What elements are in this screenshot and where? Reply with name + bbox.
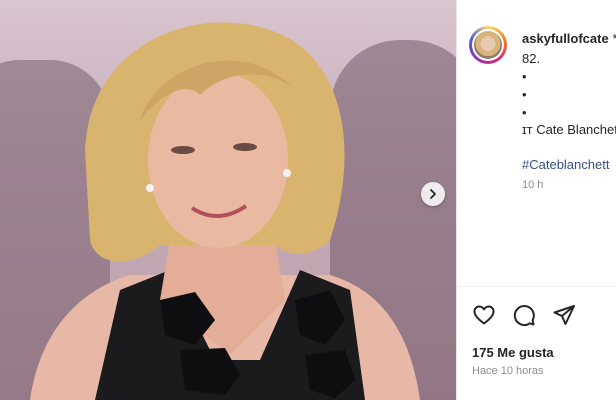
chevron-right-icon xyxy=(430,189,436,199)
photo-subject xyxy=(30,22,420,400)
heart-icon[interactable] xyxy=(472,303,496,327)
post-photo[interactable] xyxy=(0,0,456,400)
avatar[interactable] xyxy=(469,26,507,64)
username[interactable]: askyfullofcate xyxy=(522,31,609,46)
username-suffix: * xyxy=(609,31,616,46)
carousel-next-button[interactable] xyxy=(421,182,445,206)
caption-line: • xyxy=(522,105,527,120)
caption-line: • xyxy=(522,87,527,102)
hashtag-link[interactable]: #Cateblanchett xyxy=(522,157,609,172)
caption-line: • xyxy=(522,69,527,84)
caption-timestamp[interactable]: 10 h xyxy=(522,179,543,191)
avatar-image xyxy=(474,31,502,59)
comment-icon[interactable] xyxy=(512,303,536,327)
caption-line: 82. xyxy=(522,51,541,66)
horizontal-divider xyxy=(457,286,616,287)
username-link[interactable]: askyfullofcate * xyxy=(522,31,616,46)
caption-line: ɪт Cate Blanchett xyxy=(522,122,616,137)
post-timestamp[interactable]: Hace 10 horas xyxy=(472,365,544,377)
send-icon[interactable] xyxy=(552,303,576,327)
likes-count[interactable]: 175 Me gusta xyxy=(472,345,554,360)
